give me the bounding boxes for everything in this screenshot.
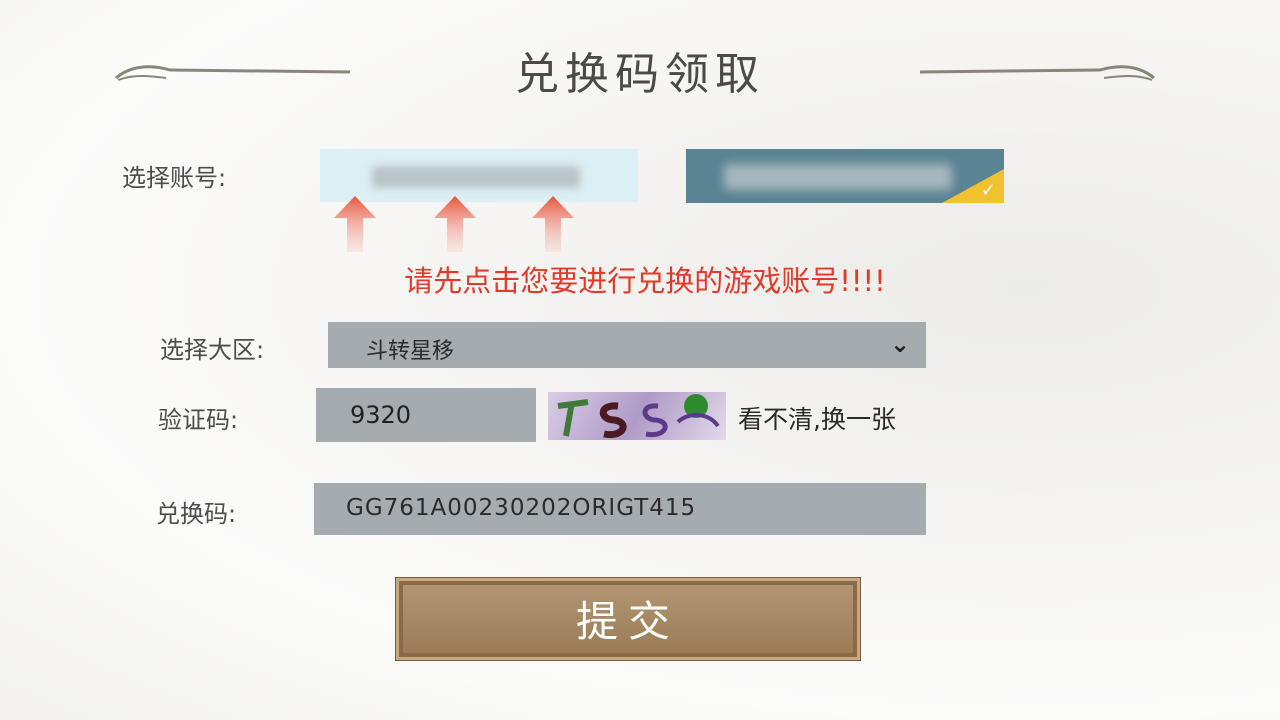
up-arrow-icon [532, 196, 574, 252]
captcha-image[interactable] [548, 392, 726, 440]
captcha-refresh-link[interactable]: 看不清,换一张 [738, 400, 896, 436]
submit-button[interactable]: 提交 [396, 578, 860, 660]
left-ornament-icon [115, 65, 351, 81]
server-label: 选择大区: [160, 336, 265, 364]
account-name-blurred [372, 166, 580, 188]
captcha-input[interactable] [316, 388, 536, 442]
up-arrow-icon [334, 196, 376, 252]
redeem-code-label: 兑换码: [156, 500, 237, 528]
account-label: 选择账号: [122, 164, 227, 192]
captcha-glyphs-icon [557, 394, 720, 439]
server-selected-value: 斗转星移 [366, 339, 455, 364]
up-arrow-icon [434, 196, 476, 252]
redeem-code-value: GG761A00230202ORIGT415 [346, 495, 697, 521]
account-warning: 请先点击您要进行兑换的游戏账号!!!! [404, 264, 886, 298]
account-name-blurred [724, 164, 952, 190]
right-ornament-icon [919, 65, 1155, 81]
check-icon: ✓ [980, 180, 996, 201]
chevron-down-icon[interactable]: ⌄ [890, 330, 910, 358]
captcha-input-value: 9320 [350, 401, 412, 429]
captcha-label: 验证码: [158, 406, 239, 434]
